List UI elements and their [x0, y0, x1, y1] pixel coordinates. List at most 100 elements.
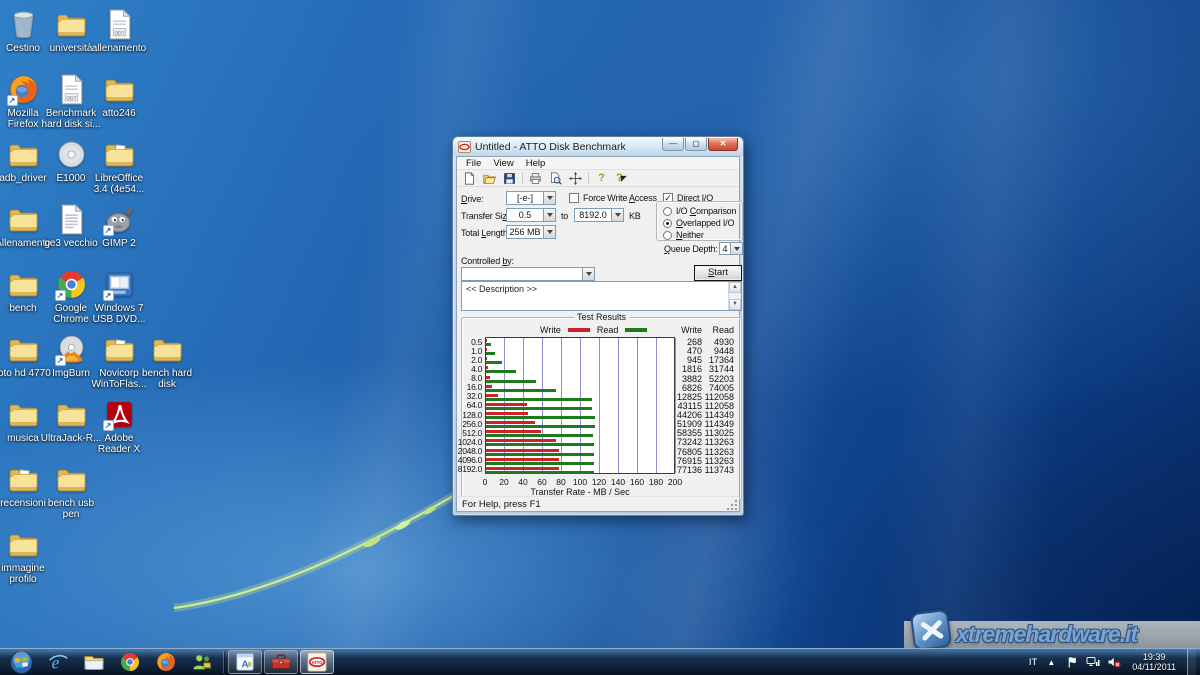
- write-bar: [486, 421, 535, 424]
- resize-grip[interactable]: [727, 499, 738, 510]
- print-button[interactable]: [526, 171, 545, 186]
- svg-text:ATTO: ATTO: [312, 660, 324, 665]
- radio-i-o-comparison[interactable]: I/O Comparison: [663, 205, 742, 217]
- controlled-by-combobox[interactable]: [461, 267, 595, 281]
- transfer-size-from-combobox[interactable]: 0.5: [506, 208, 556, 222]
- desktop-icon-gimp-2[interactable]: ↗GIMP 2: [88, 203, 150, 249]
- chart-x-tick-label: 100: [573, 477, 587, 487]
- drive-dropdown-arrow-icon[interactable]: [543, 192, 555, 204]
- force-write-access-checkbox[interactable]: Force Write Access: [569, 193, 657, 203]
- radio-label: Neither: [676, 230, 704, 240]
- context-help-button[interactable]: ?◤: [612, 171, 631, 186]
- imgburn-icon: ↗: [55, 333, 88, 366]
- menu-view[interactable]: View: [487, 158, 519, 169]
- windows-explorer-icon: [83, 651, 105, 673]
- start-button[interactable]: Start: [694, 265, 742, 281]
- drive-combobox[interactable]: [-e-]: [506, 191, 556, 205]
- print-preview-button[interactable]: [546, 171, 565, 186]
- controlled-by-dropdown-arrow-icon[interactable]: [582, 268, 594, 280]
- legend-swatch-write: [568, 328, 590, 332]
- desktop-icon-label: GIMP 2: [88, 238, 150, 249]
- disc-icon: [55, 138, 88, 171]
- menu-file[interactable]: File: [460, 158, 487, 169]
- desktop-icon-adobe-reader-x[interactable]: ↗Adobe Reader X: [88, 398, 150, 455]
- read-bar: [486, 416, 595, 419]
- chart-x-tick-label: 80: [556, 477, 565, 487]
- title-bar[interactable]: Untitled - ATTO Disk Benchmark — ▢ ✕: [453, 137, 743, 156]
- test-results-title: Test Results: [574, 312, 629, 322]
- desktop-icon-immagine-profilo[interactable]: immagine profilo: [0, 528, 54, 585]
- taskbar-item-windows-explorer[interactable]: [77, 650, 111, 674]
- taskbar-item-atto-benchmark[interactable]: ATTO: [300, 650, 334, 674]
- legend-label-write: Write: [540, 325, 561, 335]
- network-icon[interactable]: [1086, 655, 1100, 669]
- radio-neither[interactable]: Neither: [663, 229, 742, 241]
- transfer-size-to-combobox[interactable]: 8192.0: [574, 208, 624, 222]
- window-frame: FileViewHelp ??◤ Drive: [-e-] Force Writ…: [456, 156, 740, 512]
- svg-text:ODT: ODT: [66, 95, 76, 101]
- taskbar-clock[interactable]: 19:39 04/11/2011: [1128, 652, 1180, 672]
- volume-muted-icon[interactable]: [1107, 655, 1121, 669]
- chart-x-tick-label: 120: [592, 477, 606, 487]
- queue-depth-combobox[interactable]: 4: [719, 242, 743, 255]
- toolbar-separator: [588, 172, 589, 184]
- menu-help[interactable]: Help: [520, 158, 552, 169]
- chart-x-tick-label: 140: [611, 477, 625, 487]
- firefox-icon: ↗: [7, 73, 40, 106]
- radio-overlapped-i-o[interactable]: Overlapped I/O: [663, 217, 742, 229]
- total-length-combobox[interactable]: 256 MB: [506, 225, 556, 239]
- save-button[interactable]: [500, 171, 519, 186]
- move-button[interactable]: [566, 171, 585, 186]
- start-button[interactable]: [6, 650, 36, 675]
- transfer-from-dropdown-arrow-icon[interactable]: [543, 209, 555, 221]
- open-folder-button[interactable]: [480, 171, 499, 186]
- window-title: Untitled - ATTO Disk Benchmark: [475, 141, 662, 153]
- desktop-icon-windows-7-usb-dvd[interactable]: ↗Windows 7 USB DVD...: [88, 268, 150, 325]
- taskbar-item-internet-explorer[interactable]: e: [41, 650, 75, 674]
- queue-depth-dropdown-arrow-icon[interactable]: [730, 243, 742, 254]
- radio-button-icon[interactable]: [663, 231, 672, 240]
- close-button[interactable]: ✕: [708, 138, 738, 151]
- scroll-up-icon[interactable]: ▲: [729, 282, 741, 293]
- taskbar-item-messenger[interactable]: [185, 650, 219, 674]
- description-scrollbar[interactable]: ▲ ▼: [728, 282, 741, 310]
- taskbar-item-toolbox-app[interactable]: [264, 650, 298, 674]
- desktop-icon-bench-usb-pen[interactable]: bench usb pen: [40, 463, 102, 520]
- chart-x-tick-label: 20: [499, 477, 508, 487]
- taskbar-item-wordpad[interactable]: A: [228, 650, 262, 674]
- desktop-icon-label: Adobe Reader X: [88, 433, 150, 455]
- taskbar-item-google-chrome[interactable]: [113, 650, 147, 674]
- write-bar: [486, 403, 527, 406]
- show-desktop-button[interactable]: [1187, 649, 1196, 675]
- radio-button-icon[interactable]: [663, 219, 672, 228]
- hidden-icons-chevron-icon[interactable]: ▲: [1044, 655, 1058, 669]
- total-length-dropdown-arrow-icon[interactable]: [543, 226, 555, 238]
- status-text: For Help, press F1: [462, 499, 541, 510]
- radio-button-icon[interactable]: [663, 207, 672, 216]
- maximize-button[interactable]: ▢: [685, 138, 707, 151]
- description-box[interactable]: << Description >> ▲ ▼: [461, 281, 742, 311]
- desktop-icon-atto246[interactable]: atto246: [88, 73, 150, 119]
- drive-label: Drive:: [461, 194, 483, 204]
- results-row: 77136113743: [658, 466, 734, 475]
- desktop-icon-allenamento[interactable]: ODTallenamento: [88, 8, 150, 54]
- taskbar: e A ATTO IT ▲ 19:39 04/11/2011: [0, 648, 1200, 675]
- desktop-icon-libreoffice-3-4-4e54[interactable]: LibreOffice 3.4 (4e54...: [88, 138, 150, 195]
- new-document-button[interactable]: [460, 171, 479, 186]
- language-indicator[interactable]: IT: [1029, 657, 1037, 668]
- atto-disk-benchmark-window: Untitled - ATTO Disk Benchmark — ▢ ✕ Fil…: [452, 136, 744, 516]
- transfer-to-dropdown-arrow-icon[interactable]: [611, 209, 623, 221]
- help-button[interactable]: ?: [592, 171, 611, 186]
- read-bar: [486, 370, 516, 373]
- minimize-button[interactable]: —: [662, 138, 684, 151]
- desktop-icon-bench-hard-disk[interactable]: bench hard disk: [136, 333, 198, 390]
- scroll-down-icon[interactable]: ▼: [729, 299, 741, 310]
- checkbox-box-icon[interactable]: [569, 193, 579, 203]
- text-doc-icon: [55, 203, 88, 236]
- taskbar-items: e A ATTO: [40, 650, 335, 674]
- svg-text:ODT: ODT: [114, 30, 124, 36]
- to-label: to: [561, 211, 568, 221]
- shortcut-arrow-icon: ↗: [103, 290, 114, 301]
- taskbar-item-mozilla-firefox[interactable]: [149, 650, 183, 674]
- action-center-flag-icon[interactable]: [1065, 655, 1079, 669]
